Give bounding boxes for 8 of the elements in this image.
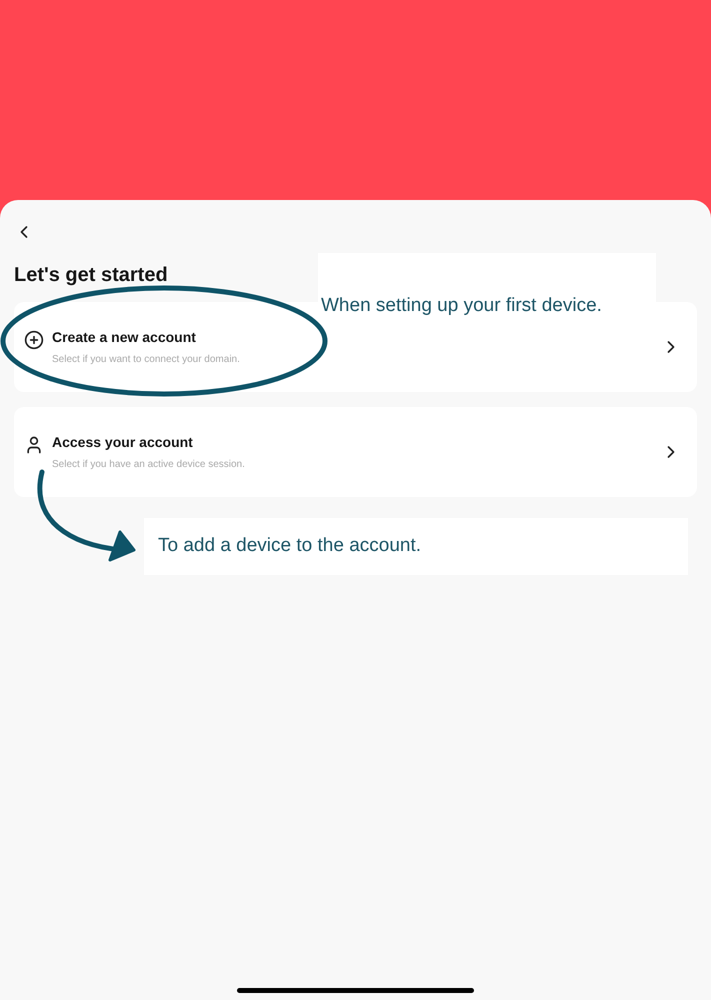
option-title: Access your account <box>52 433 194 452</box>
option-title: Create a new account <box>52 328 197 347</box>
option-subtitle: Select if you have an active device session. <box>52 458 246 472</box>
annotation-text: To add a device to the account. <box>158 534 422 558</box>
option-card[interactable]: Access your account Select if you have an active device session. <box>14 407 697 497</box>
plus-circle-icon <box>24 330 44 350</box>
page-title: Let's get started <box>14 263 169 288</box>
option-subtitle: Select if you want to connect your domain. <box>52 353 241 367</box>
